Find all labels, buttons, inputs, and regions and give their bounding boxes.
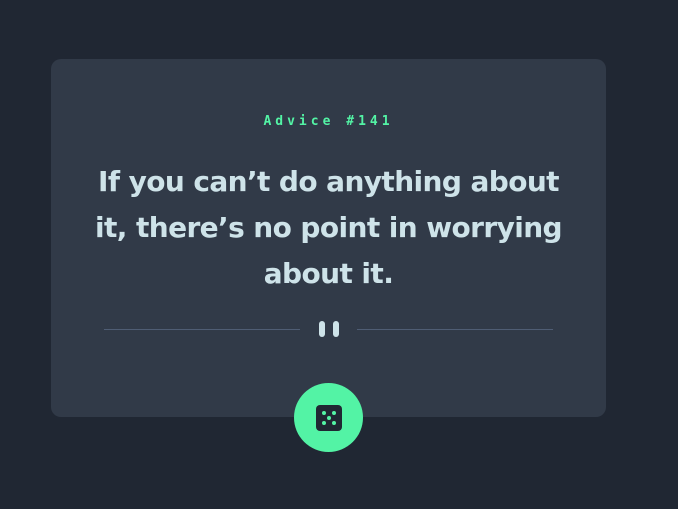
- divider: [104, 321, 553, 339]
- advice-quote: If you can’t do anything about it, there…: [94, 165, 563, 290]
- divider-line-right: [357, 329, 553, 330]
- new-advice-button[interactable]: [294, 383, 363, 452]
- pause-icon-bar-left: [318, 321, 325, 337]
- pause-icon: [318, 321, 339, 339]
- divider-line-left: [104, 329, 300, 330]
- pause-icon-bar-right: [332, 321, 339, 337]
- advice-card: Advice #141 If you can’t do anything abo…: [51, 59, 606, 417]
- advice-id-label: Advice #141: [263, 114, 394, 129]
- dice-icon: [315, 404, 342, 431]
